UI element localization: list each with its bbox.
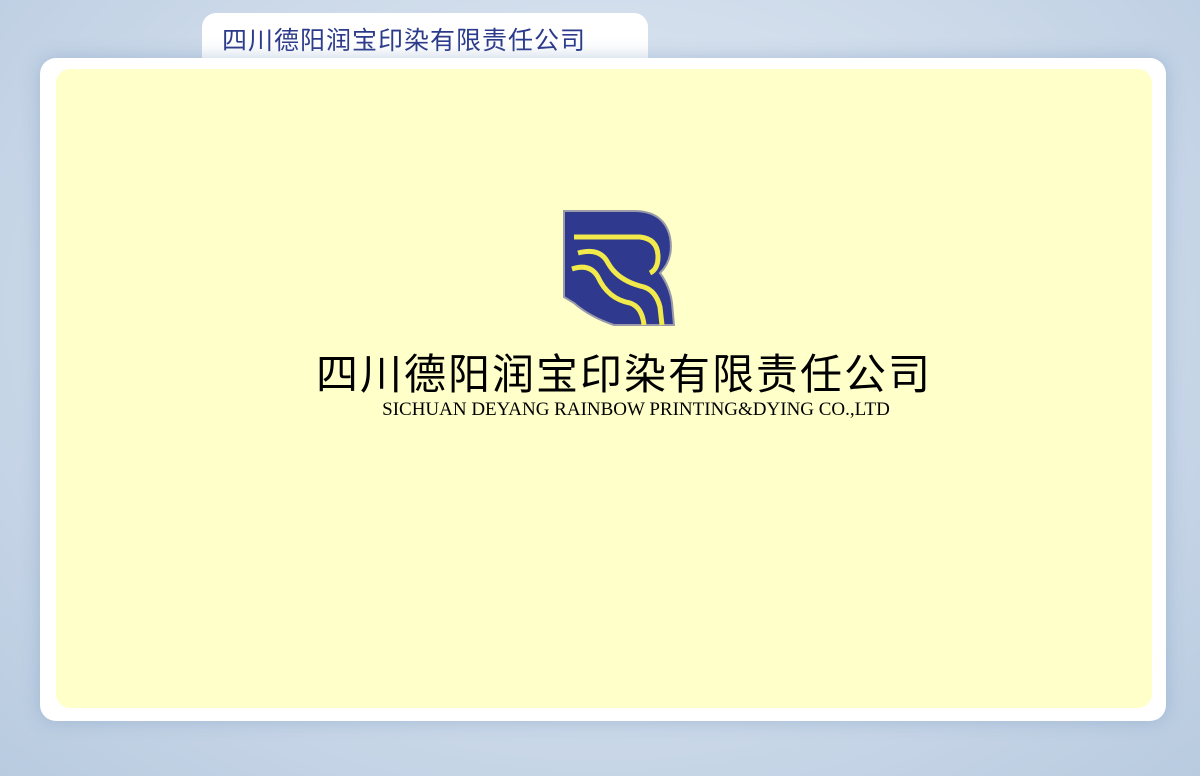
rainbow-r-logo-icon bbox=[563, 210, 676, 326]
window-title-tab: 四川德阳润宝印染有限责任公司 bbox=[202, 13, 648, 59]
window-title: 四川德阳润宝印染有限责任公司 bbox=[222, 26, 587, 55]
content-panel: 四川德阳润宝印染有限责任公司 SICHUAN DEYANG RAINBOW PR… bbox=[56, 69, 1152, 708]
company-name-english: SICHUAN DEYANG RAINBOW PRINTING&DYING CO… bbox=[382, 399, 890, 420]
content-frame: 四川德阳润宝印染有限责任公司 SICHUAN DEYANG RAINBOW PR… bbox=[40, 58, 1166, 721]
company-name-chinese: 四川德阳润宝印染有限责任公司 bbox=[315, 350, 932, 399]
